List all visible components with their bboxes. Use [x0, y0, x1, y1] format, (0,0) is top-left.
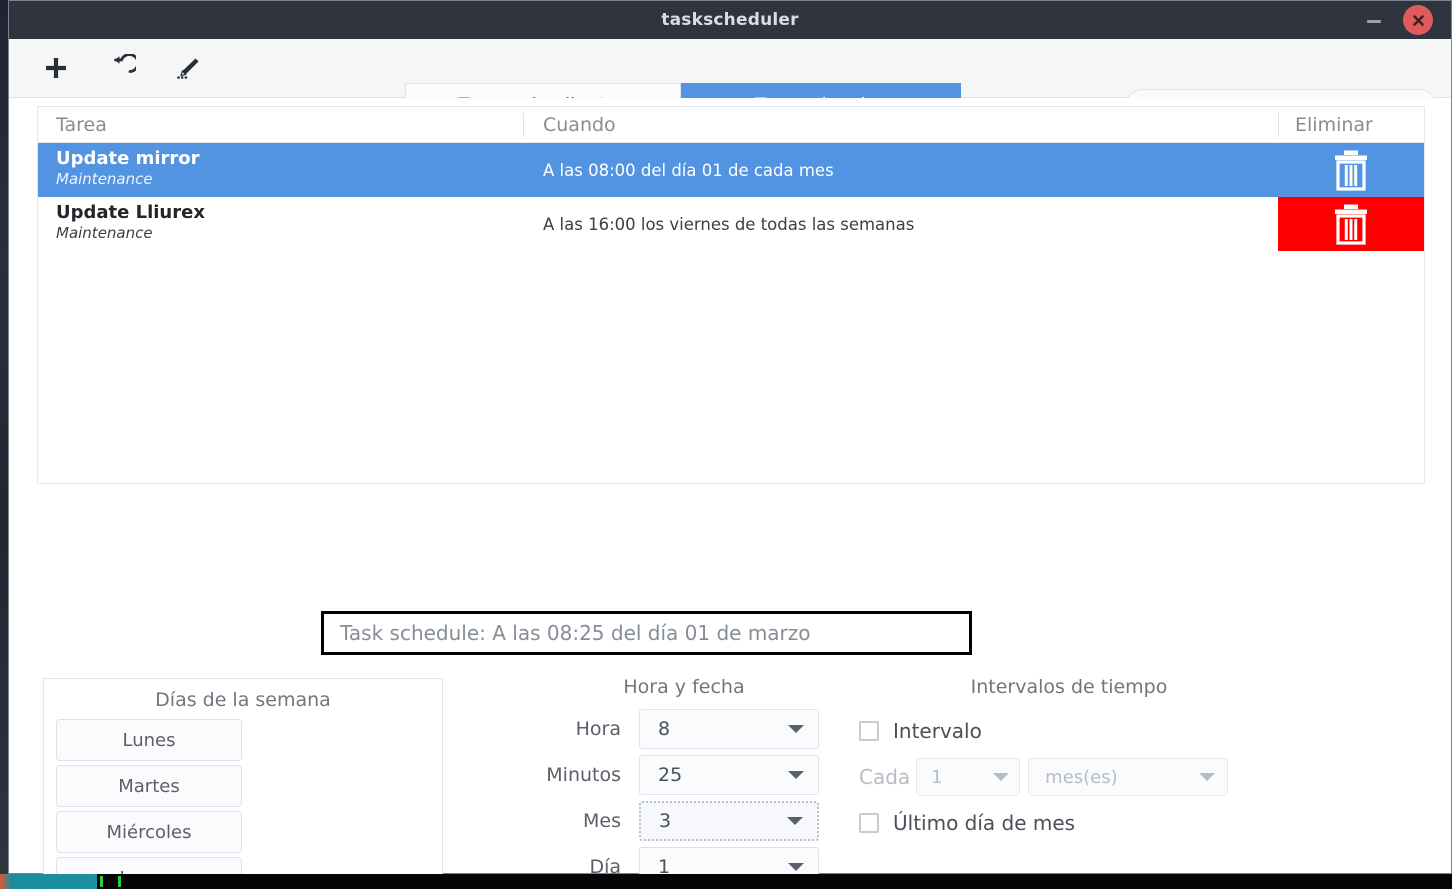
label-mes: Mes — [583, 810, 621, 832]
weekdays-grid: Lunes Martes Miércoles Jueves — [56, 719, 430, 889]
settings-panels: Días de la semana Lunes Martes Miércoles — [9, 668, 1451, 889]
intervals-panel: Intervalos de tiempo Intervalo Cada 1 me… — [859, 676, 1279, 846]
task-when: A las 08:00 del día 01 de cada mes — [543, 160, 834, 180]
chevron-down-icon — [788, 725, 804, 733]
chevron-down-icon — [993, 773, 1010, 781]
day-button-lunes[interactable]: Lunes — [56, 719, 242, 761]
chevron-down-icon — [788, 863, 804, 871]
day-button-martes[interactable]: Martes — [56, 765, 242, 807]
pencil-eraser-glyph — [177, 58, 199, 79]
toolbar-icons — [39, 51, 205, 85]
window-title: taskscheduler — [661, 10, 799, 30]
column-header-task: Tarea — [56, 113, 107, 136]
interval-count-select[interactable]: 1 — [916, 758, 1021, 796]
interval-every-label: Cada — [859, 765, 911, 789]
task-category: Maintenance — [56, 170, 153, 189]
task-cell: Update mirror Maintenance — [38, 150, 523, 189]
month-select-value: 3 — [659, 810, 672, 832]
day-button-miercoles[interactable]: Miércoles — [56, 811, 242, 853]
taskbar-indicator — [118, 876, 121, 887]
field-row-mes: Mes 3 — [479, 798, 859, 844]
task-name: Update mirror — [56, 148, 200, 170]
undo-arrow-glyph — [114, 54, 136, 73]
interval-checkbox[interactable] — [859, 721, 879, 741]
plus-glyph — [46, 58, 66, 78]
field-row-minutos: Minutos 25 — [479, 752, 859, 798]
datetime-panel-title: Hora y fecha — [623, 676, 745, 698]
day-label: Martes — [118, 775, 180, 797]
interval-checkbox-row: Intervalo — [859, 708, 1279, 754]
minute-select[interactable]: 25 — [639, 755, 819, 795]
delete-cell[interactable] — [1278, 143, 1424, 197]
day-label: Miércoles — [106, 821, 192, 843]
task-cell: Update Lliurex Maintenance — [38, 204, 523, 243]
desktop-taskbar[interactable] — [0, 874, 1452, 889]
interval-count-value: 1 — [931, 766, 943, 788]
table-row[interactable]: Update Lliurex Maintenance A las 16:00 l… — [38, 197, 1424, 251]
hour-select[interactable]: 8 — [639, 709, 819, 749]
weekdays-panel-title: Días de la semana — [155, 689, 331, 711]
trash-icon — [1335, 204, 1367, 245]
edit-pencil-icon[interactable] — [171, 51, 205, 85]
column-header-delete: Eliminar — [1278, 112, 1424, 137]
titlebar: taskscheduler — [9, 1, 1451, 39]
last-day-checkbox[interactable] — [859, 813, 879, 833]
column-header-when: Cuando — [523, 112, 1278, 137]
chevron-down-icon — [787, 817, 803, 825]
schedule-summary-field[interactable]: Task schedule: A las 08:25 del día 01 de… — [321, 611, 972, 655]
delete-cell[interactable] — [1278, 197, 1424, 251]
datetime-panel: Hora y fecha Hora 8 Minutos 25 Mes 3 Día… — [479, 676, 859, 889]
interval-unit-select[interactable]: mes(es) — [1028, 758, 1229, 796]
task-name: Update Lliurex — [56, 202, 205, 224]
close-icon[interactable] — [1403, 5, 1433, 35]
last-day-checkbox-row: Último día de mes — [859, 800, 1279, 846]
interval-checkbox-label: Intervalo — [893, 719, 982, 743]
table-header-row: Tarea Cuando Eliminar — [38, 107, 1424, 143]
window-content: Tarea Cuando Eliminar Update mirror Main… — [9, 98, 1451, 889]
minimize-icon[interactable] — [1367, 13, 1381, 27]
taskscheduler-window: taskscheduler Tarea Cuando Eliminar Upda… — [8, 0, 1452, 889]
weekdays-panel: Días de la semana Lunes Martes Miércoles — [43, 678, 443, 889]
toolbar: Tareas de clientes Tareas locales — [9, 39, 1451, 127]
hour-select-value: 8 — [658, 718, 671, 740]
task-when: A las 16:00 los viernes de todas las sem… — [543, 214, 915, 234]
window-controls — [1367, 1, 1443, 39]
month-select[interactable]: 3 — [639, 801, 819, 841]
label-hora: Hora — [575, 718, 621, 740]
chevron-down-icon — [788, 771, 804, 779]
field-row-hora: Hora 8 — [479, 706, 859, 752]
add-icon[interactable] — [39, 51, 73, 85]
table-row[interactable]: Update mirror Maintenance A las 08:00 de… — [38, 143, 1424, 197]
day-label: Lunes — [122, 729, 176, 751]
weekdays-column-one: Lunes Martes Miércoles Jueves — [56, 719, 248, 889]
intervals-panel-title: Intervalos de tiempo — [970, 676, 1168, 698]
chevron-down-icon — [1199, 773, 1216, 781]
last-day-checkbox-label: Último día de mes — [893, 811, 1076, 835]
undo-icon[interactable] — [105, 51, 139, 85]
label-minutos: Minutos — [546, 764, 621, 786]
interval-unit-value: mes(es) — [1045, 766, 1118, 788]
screen: taskscheduler Tarea Cuando Eliminar Upda… — [0, 0, 1452, 889]
taskbar-active-region — [0, 874, 97, 889]
trash-icon — [1335, 150, 1367, 191]
interval-every-row: Cada 1 mes(es) — [859, 754, 1279, 800]
schedule-summary-text: Task schedule: A las 08:25 del día 01 de… — [340, 621, 811, 645]
task-category: Maintenance — [56, 224, 153, 243]
task-table: Tarea Cuando Eliminar Update mirror Main… — [37, 106, 1425, 484]
close-x-glyph — [1412, 14, 1424, 26]
minute-select-value: 25 — [658, 764, 683, 786]
taskbar-indicator — [100, 876, 103, 887]
